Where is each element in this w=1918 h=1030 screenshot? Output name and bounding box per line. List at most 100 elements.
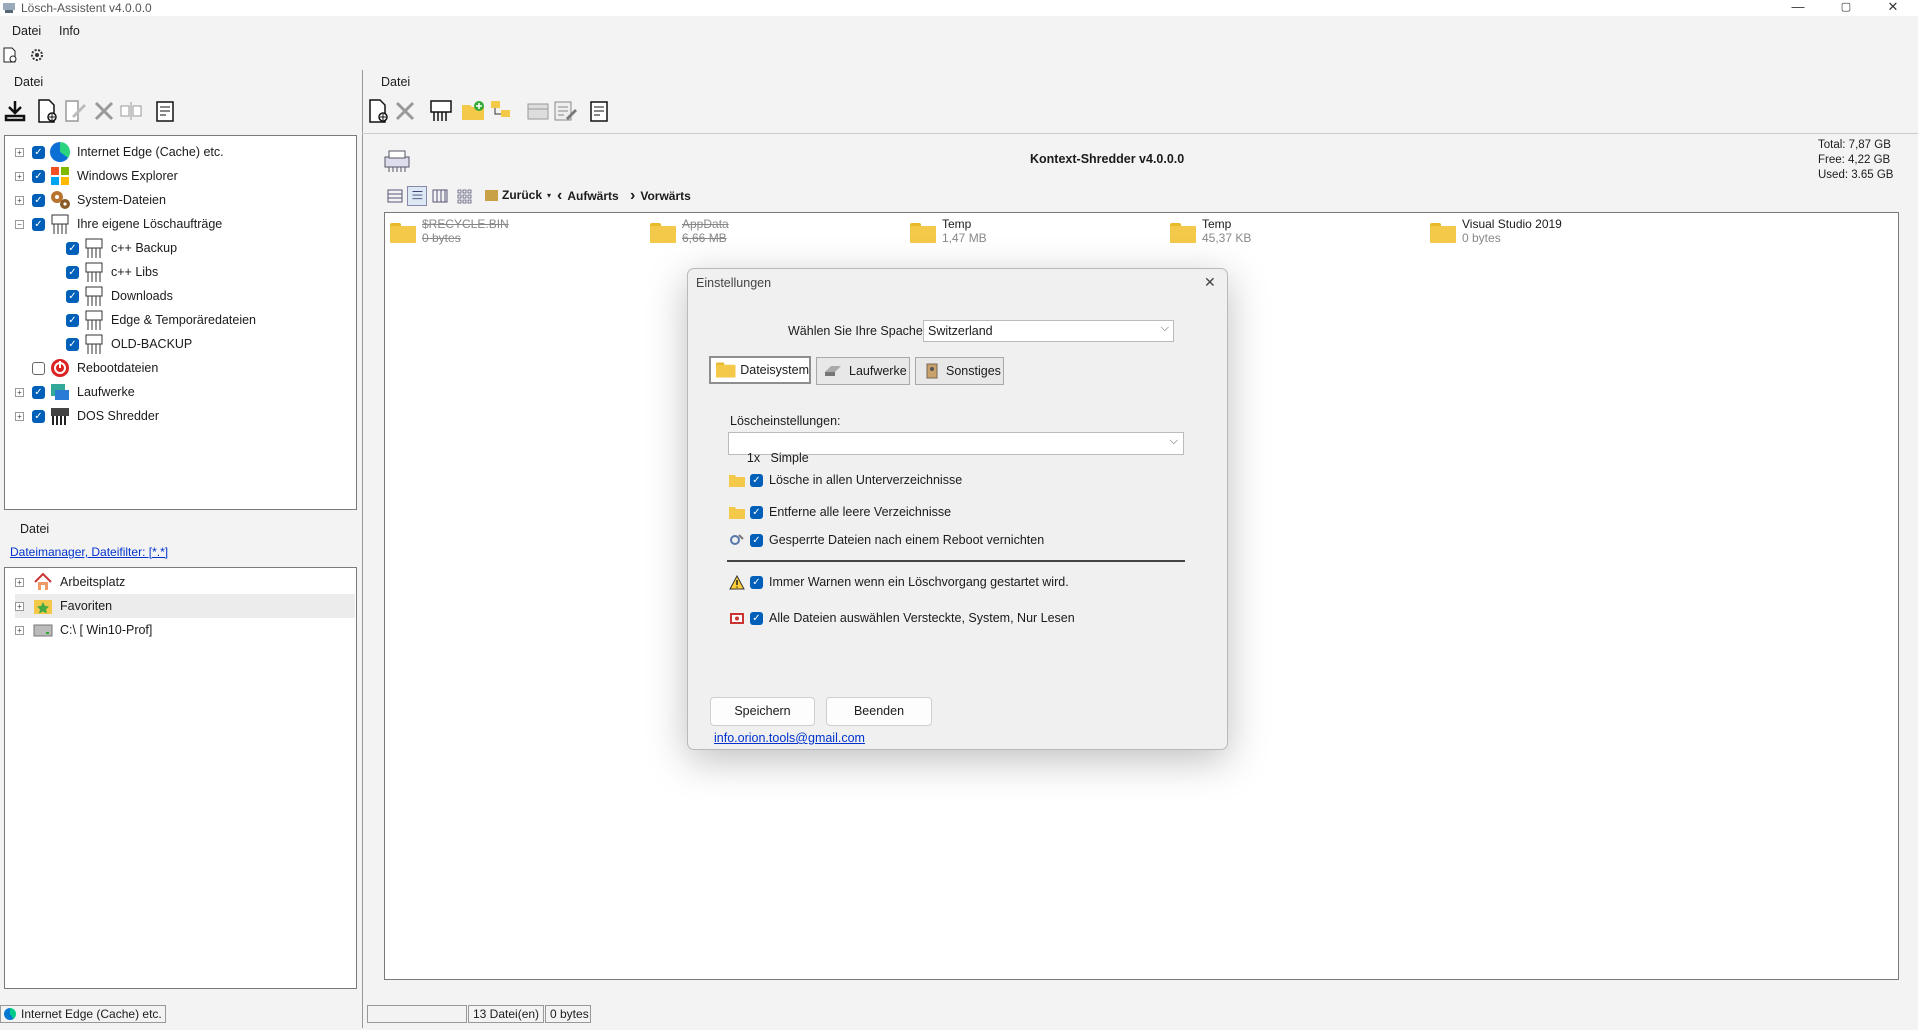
tree-checkbox[interactable]: ✓ bbox=[32, 193, 45, 207]
option-checkbox[interactable]: ✓ bbox=[750, 473, 763, 487]
edit-list-icon[interactable] bbox=[552, 98, 578, 124]
tree-item[interactable]: + ✓ System-Dateien bbox=[15, 188, 355, 212]
file-item[interactable]: Temp 1,47 MB bbox=[910, 217, 987, 245]
tree-checkbox[interactable]: ✓ bbox=[66, 337, 79, 351]
folder-tree-icon[interactable] bbox=[488, 98, 514, 124]
tree-item[interactable]: ✓ c++ Backup bbox=[15, 236, 355, 260]
collapse-icon[interactable]: − bbox=[15, 219, 24, 229]
expand-icon[interactable]: + bbox=[15, 147, 24, 157]
save-button[interactable]: Speichern bbox=[710, 697, 815, 726]
dialog-close-button[interactable]: ✕ bbox=[1204, 274, 1216, 291]
file-item[interactable]: AppData 6,66 MB bbox=[650, 217, 729, 245]
shredder-icon[interactable] bbox=[428, 98, 454, 124]
option-checkbox[interactable]: ✓ bbox=[750, 533, 763, 547]
drive-icon bbox=[32, 619, 54, 641]
gears-icon bbox=[49, 189, 71, 211]
expand-icon[interactable]: + bbox=[15, 411, 24, 421]
left-toolbar bbox=[0, 96, 360, 128]
tab-laufwerke[interactable]: Laufwerke bbox=[816, 357, 910, 385]
archive-icon[interactable] bbox=[525, 98, 551, 124]
tree-checkbox[interactable]: ✓ bbox=[66, 313, 79, 327]
file-item[interactable]: Visual Studio 2019 0 bytes bbox=[1430, 217, 1562, 245]
properties-icon[interactable] bbox=[587, 98, 613, 124]
maximize-button[interactable]: ▢ bbox=[1823, 0, 1869, 16]
delete-icon[interactable] bbox=[392, 98, 418, 124]
view-details-icon[interactable] bbox=[387, 188, 403, 204]
tab-dateisystem[interactable]: Dateisystem bbox=[709, 356, 811, 384]
expand-icon[interactable]: + bbox=[15, 171, 24, 181]
settings-icon[interactable] bbox=[29, 47, 45, 63]
minimize-button[interactable]: — bbox=[1775, 0, 1821, 16]
option-row[interactable]: ✓ Gesperrte Dateien nach einem Reboot ve… bbox=[727, 529, 1044, 551]
option-row[interactable]: ✓ Immer Warnen wenn ein Löschvorgang ges… bbox=[727, 571, 1069, 593]
tree-item[interactable]: − ✓ Ihre eigene Löschaufträge bbox=[15, 212, 355, 236]
tree-checkbox[interactable]: ✓ bbox=[66, 289, 79, 303]
new-task-icon[interactable] bbox=[34, 98, 60, 124]
back-button[interactable]: Zurück ▾ bbox=[485, 188, 551, 202]
explorer-item[interactable]: + Favoriten bbox=[15, 594, 355, 618]
quit-button[interactable]: Beenden bbox=[826, 697, 932, 726]
file-size: 0 bytes bbox=[422, 231, 461, 245]
delete-mode-select[interactable]: 1x Simple ⌵ bbox=[728, 432, 1184, 465]
delete-icon[interactable] bbox=[91, 98, 117, 124]
menu-info[interactable]: Info bbox=[59, 24, 80, 38]
dialog-title: Einstellungen bbox=[696, 276, 772, 290]
tree-checkbox[interactable]: ✓ bbox=[32, 217, 45, 231]
tree-checkbox[interactable]: ✓ bbox=[66, 265, 79, 279]
split-icon[interactable] bbox=[118, 98, 144, 124]
new-file-icon[interactable] bbox=[365, 98, 391, 124]
file-size: 1,47 MB bbox=[942, 231, 987, 245]
tree-checkbox[interactable]: ✓ bbox=[32, 409, 45, 423]
expand-icon[interactable]: + bbox=[15, 625, 24, 635]
tree-checkbox[interactable]: ✓ bbox=[32, 385, 45, 399]
download-icon[interactable] bbox=[2, 98, 28, 124]
file-item[interactable]: $RECYCLE.BIN 0 bytes bbox=[390, 217, 509, 245]
view-grid-icon[interactable] bbox=[456, 188, 472, 204]
file-item[interactable]: Temp 45,37 KB bbox=[1170, 217, 1251, 245]
tree-checkbox[interactable]: ✓ bbox=[66, 241, 79, 255]
tab-sonstiges[interactable]: Sonstiges bbox=[915, 357, 1004, 385]
tree-item[interactable]: + ✓ Windows Explorer bbox=[15, 164, 355, 188]
option-row[interactable]: ✓ Alle Dateien auswählen Versteckte, Sys… bbox=[727, 607, 1075, 629]
explorer-item[interactable]: + Arbeitsplatz bbox=[15, 570, 355, 594]
tree-item[interactable]: ✓ Downloads bbox=[15, 284, 355, 308]
tree-item[interactable]: + ✓ Laufwerke bbox=[15, 380, 355, 404]
language-select[interactable]: Switzerland ⌵ bbox=[923, 320, 1174, 342]
expand-icon[interactable]: + bbox=[15, 577, 24, 587]
option-row[interactable]: ✓ Lösche in allen Unterverzeichnisse bbox=[727, 469, 962, 491]
expand-icon[interactable]: + bbox=[15, 387, 24, 397]
option-row[interactable]: ✓ Entferne alle leere Verzeichnisse bbox=[727, 501, 951, 523]
up-button[interactable]: ‹ Aufwärts bbox=[557, 187, 619, 205]
tab-label: Dateisystem bbox=[740, 363, 809, 377]
view-list-icon[interactable] bbox=[407, 186, 427, 206]
add-folder-icon[interactable] bbox=[460, 98, 486, 124]
tree-item[interactable]: + ✓ DOS Shredder bbox=[15, 404, 355, 428]
chevron-down-icon: ▾ bbox=[547, 190, 552, 200]
explorer-item[interactable]: + C:\ [ Win10-Prof] bbox=[15, 618, 355, 642]
settings-dialog: Einstellungen ✕ Wählen Sie Ihre Spache: … bbox=[687, 268, 1228, 750]
tree-item[interactable]: ✓ c++ Libs bbox=[15, 260, 355, 284]
tree-checkbox[interactable]: ✓ bbox=[32, 169, 45, 183]
properties-icon[interactable] bbox=[153, 98, 179, 124]
tree-checkbox[interactable]: ✓ bbox=[32, 145, 45, 159]
forward-button[interactable]: › Vorwärts bbox=[630, 187, 691, 205]
view-columns-icon[interactable] bbox=[432, 188, 448, 204]
expand-icon[interactable]: + bbox=[15, 195, 24, 205]
email-link[interactable]: info.orion.tools@gmail.com bbox=[714, 731, 865, 745]
tree-checkbox[interactable]: ✓ bbox=[32, 361, 45, 375]
tree-item[interactable]: + ✓ Internet Edge (Cache) etc. bbox=[15, 140, 355, 164]
menu-datei[interactable]: Datei bbox=[12, 24, 41, 38]
dos-shredder-icon bbox=[49, 405, 71, 427]
close-button[interactable]: ✕ bbox=[1870, 0, 1916, 16]
expand-icon[interactable]: + bbox=[15, 601, 24, 611]
option-checkbox[interactable]: ✓ bbox=[750, 505, 763, 519]
reboot-tool-icon bbox=[727, 533, 747, 547]
file-filter-link[interactable]: Dateimanager, Dateifilter: [*.*] bbox=[10, 545, 168, 559]
tree-item[interactable]: ✓ Rebootdateien bbox=[15, 356, 355, 380]
new-file-icon[interactable] bbox=[2, 47, 18, 63]
edit-icon[interactable] bbox=[62, 98, 88, 124]
tree-item[interactable]: ✓ OLD-BACKUP bbox=[15, 332, 355, 356]
option-checkbox[interactable]: ✓ bbox=[750, 611, 763, 625]
tree-item[interactable]: ✓ Edge & Temporäredateien bbox=[15, 308, 355, 332]
option-checkbox[interactable]: ✓ bbox=[750, 575, 763, 589]
